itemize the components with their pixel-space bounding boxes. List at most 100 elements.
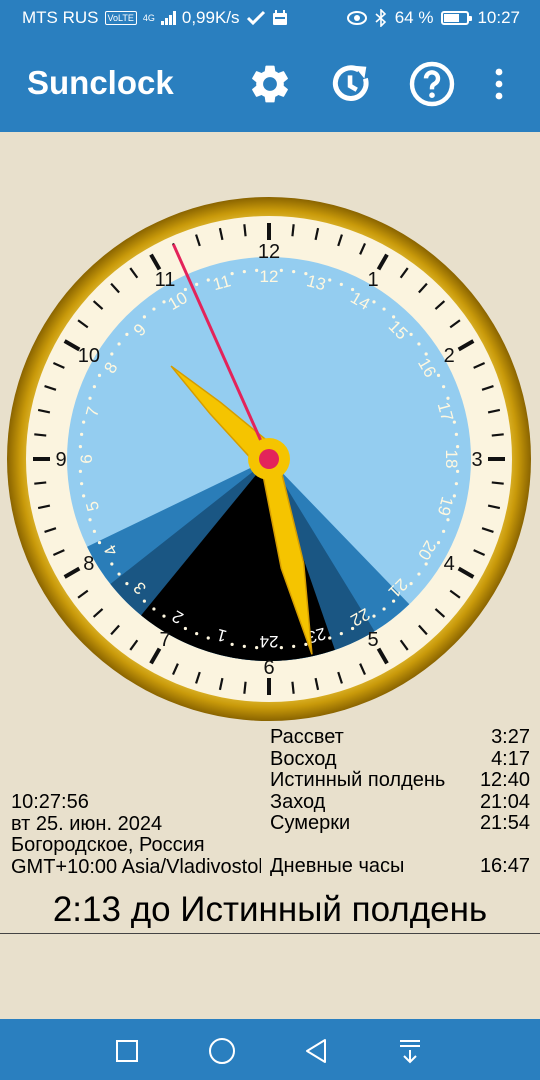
settings-button[interactable] [246, 60, 294, 108]
sun-minute-dot [292, 644, 296, 648]
sun-minute-dot [80, 482, 84, 486]
eye-icon [346, 11, 367, 25]
daylight-row: Дневные часы 16:47 [270, 855, 530, 878]
current-time: 10:27:56 [11, 792, 89, 813]
recents-button[interactable] [107, 1031, 147, 1071]
countdown-text: 2:13 до Истинный полдень [52, 890, 488, 929]
sun-minute-dot [292, 270, 296, 274]
sun-time-row: Восход 4:17 [270, 747, 530, 771]
hour-number: 11 [155, 269, 176, 291]
sun-minute-dot [230, 272, 234, 276]
sun-clock-face: 1212345678910111234567891011 12 1314151617… [7, 197, 531, 721]
sun-minute-dot [328, 278, 332, 282]
sun-minute-dot [117, 572, 121, 576]
sun-minute-dot [454, 482, 458, 486]
hour-number: 1 [367, 269, 378, 291]
sun-minute-dot [372, 614, 376, 618]
notifications-button[interactable] [390, 1031, 430, 1071]
calendar-icon [272, 10, 287, 25]
net-speed: 0,99K/s [181, 8, 240, 27]
sun-minute-dot [424, 562, 428, 566]
sun-minute-dot [455, 445, 460, 449]
hour-number: 6 [263, 657, 274, 679]
sun-minute-dot [452, 420, 456, 424]
sun-minute-dot [350, 626, 355, 631]
battery-percent: 64 % [394, 8, 434, 27]
sun-minute-dot [162, 614, 166, 618]
location-name: Богородское, Россия [11, 835, 205, 856]
sun-minute-dot [183, 287, 188, 292]
more-options-button[interactable] [479, 60, 519, 108]
minute-tick [491, 433, 504, 437]
sun-hour-number: 24 [260, 632, 279, 651]
sun-minute-dot [417, 572, 421, 576]
battery-icon [441, 11, 473, 25]
sun-time-label: Истинный полдень [270, 769, 446, 791]
current-date: вт 25. июн. 2024 [11, 813, 163, 835]
sun-minute-dot [446, 518, 450, 522]
sun-minute-dot [125, 332, 129, 336]
sun-minute-dot [78, 469, 83, 473]
sun-minute-dot [142, 315, 146, 319]
hour-number: 4 [444, 553, 455, 575]
carrier-name: MTS RUS [22, 8, 99, 27]
daylight-value: 16:47 [479, 855, 530, 877]
minute-tick [491, 481, 504, 485]
hour-number: 9 [55, 449, 66, 471]
sun-minute-dot [446, 396, 450, 400]
history-clock-icon [332, 65, 369, 101]
sun-minute-dot [304, 642, 308, 646]
sun-times: Рассвет 3:27 Восход 4:17 Истинный полден… [270, 726, 530, 878]
app-title: Sunclock [27, 64, 174, 101]
sun-minute-dot [339, 632, 343, 636]
sun-minute-dot [195, 632, 199, 636]
sun-minute-dot [82, 494, 86, 498]
volte-badge: VoLTE [104, 11, 137, 25]
sun-minute-dot [117, 342, 121, 346]
divider [0, 933, 540, 934]
sun-hour-number: 6 [77, 454, 96, 463]
sun-minute-dot [206, 278, 210, 282]
sun-minute-dot [409, 332, 413, 336]
sun-time-value: 21:54 [479, 812, 530, 834]
home-button[interactable] [202, 1031, 242, 1071]
help-button[interactable] [408, 60, 456, 108]
sun-clock: 12 1 2 3 4 5 6 7 8 9 10 11 1 2 3 4 5 6 7 8 9 10 11 12 13 14 15 16 17… [5, 195, 533, 723]
sun-time-row: Сумерки 21:54 [270, 812, 530, 835]
sun-minute-dot [152, 607, 156, 611]
home-circle-icon [209, 1038, 235, 1064]
app-bar: Sunclock [0, 36, 540, 132]
sun-minute-dot [392, 599, 396, 603]
sun-minute-dot [328, 636, 332, 640]
sun-minute-dot [279, 645, 283, 650]
sun-minute-dot [242, 644, 246, 648]
sun-minute-dot [152, 307, 156, 311]
minute-tick [291, 681, 295, 694]
hour-number: 12 [258, 241, 280, 263]
sun-minute-dot [339, 282, 343, 286]
sun-minute-dot [442, 385, 446, 389]
sun-minute-dot [452, 494, 456, 498]
sun-minute-dot [436, 540, 441, 545]
sun-time-label: Заход [270, 790, 326, 813]
sun-time-row: Рассвет 3:27 [270, 726, 530, 749]
hour-number: 5 [367, 629, 378, 651]
sun-minute-dot [372, 300, 376, 304]
history-button[interactable] [327, 60, 375, 108]
sun-minute-dot [436, 373, 441, 378]
sun-minute-dot [255, 268, 259, 273]
sun-time-row: Заход 21:04 [270, 790, 530, 814]
sun-minute-dot [195, 282, 199, 286]
sun-time-value: 4:17 [491, 747, 530, 770]
sun-hour-number: 12 [260, 267, 279, 286]
back-button[interactable] [296, 1031, 336, 1071]
network-type: 4G [142, 12, 155, 23]
minute-tick [291, 224, 295, 237]
sun-minute-dot [382, 307, 386, 311]
sun-minute-dot [442, 529, 446, 533]
bluetooth-icon [375, 9, 386, 27]
sun-minute-dot [88, 396, 92, 400]
sun-minute-dot [454, 432, 458, 436]
daylight-label: Дневные часы [270, 855, 405, 877]
system-nav-bar [0, 1019, 540, 1080]
